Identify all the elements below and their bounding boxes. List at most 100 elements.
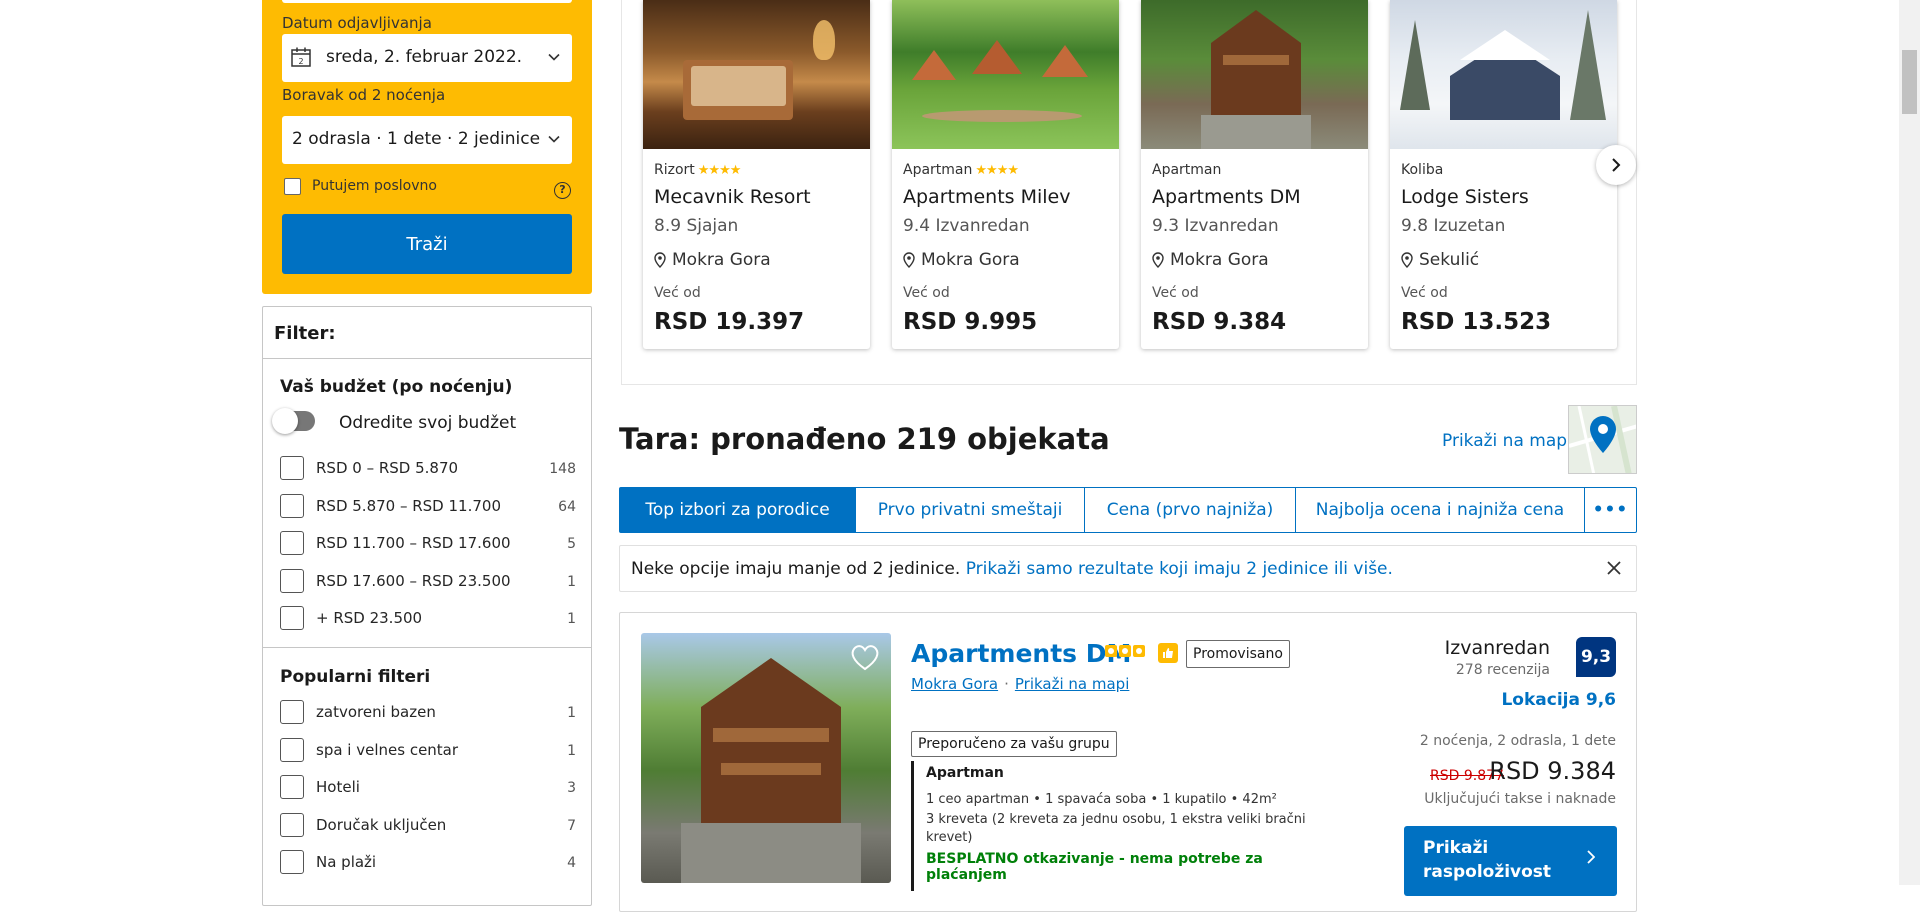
property-price: RSD 13.523 <box>1401 309 1552 335</box>
chevron-right-icon <box>1612 158 1621 172</box>
rating-score-badge[interactable]: 9,3 <box>1576 637 1616 677</box>
budget-toggle[interactable] <box>272 408 315 434</box>
search-box: Datum odjavljivanja 2 sreda, 2. februar … <box>262 0 592 294</box>
units-notice: Neke opcije imaju manje od 2 jedinice. P… <box>619 545 1637 592</box>
location-link[interactable]: Mokra Gora <box>911 675 998 693</box>
budget-toggle-label: Odredite svoj budžet <box>339 413 517 433</box>
chevron-down-icon <box>548 53 560 61</box>
show-on-map-link[interactable]: Prikaži na mapi <box>1015 675 1130 693</box>
budget-option[interactable]: RSD 5.870 – RSD 11.700 64 <box>280 494 576 520</box>
price-prefix: Već od <box>903 285 950 301</box>
more-sort-options-button[interactable]: ••• <box>1585 488 1636 532</box>
help-icon[interactable]: ? <box>554 182 571 199</box>
popular-filter-option[interactable]: Doručak uključen 7 <box>280 813 576 839</box>
checkbox[interactable] <box>280 775 304 799</box>
checkout-date-field[interactable]: 2 sreda, 2. februar 2022. <box>282 34 572 82</box>
checkbox[interactable] <box>280 531 304 555</box>
close-icon[interactable] <box>1606 560 1622 576</box>
show-on-map-link[interactable]: Prikaži na mapi <box>1442 431 1572 451</box>
property-price: RSD 9.384 <box>1152 309 1287 335</box>
free-cancellation: BESPLATNO otkazivanje - nema potrebe za … <box>926 851 1263 883</box>
budget-option[interactable]: RSD 0 – RSD 5.870 148 <box>280 456 576 482</box>
sort-tabs: Top izbori za porodice Prvo privatni sme… <box>619 487 1637 533</box>
popular-filter-option[interactable]: Hoteli 3 <box>280 775 576 801</box>
option-count: 1 <box>567 574 576 590</box>
property-photo <box>643 0 870 149</box>
property-location: Mokra Gora <box>903 250 1020 270</box>
price-prefix: Već od <box>654 285 701 301</box>
price-prefix: Već od <box>1152 285 1199 301</box>
carousel-card[interactable]: Apartman ★★★★ Apartments Milev 9.4 Izvanr… <box>892 0 1119 349</box>
tab-private-first[interactable]: Prvo privatni smeštaji <box>856 488 1085 532</box>
carousel-card[interactable]: Rizort ★★★★ Mecavnik Resort 8.9 Sjajan Mo… <box>643 0 870 349</box>
current-price: RSD 9.384 <box>1489 757 1616 785</box>
property-links: Mokra Gora · Prikaži na mapi <box>911 675 1130 693</box>
option-count: 7 <box>567 818 576 834</box>
rating-square <box>1105 645 1117 657</box>
rating-squares <box>1105 645 1145 657</box>
divider <box>263 647 591 648</box>
location-pin-icon <box>654 252 666 268</box>
checkbox[interactable] <box>280 813 304 837</box>
checkbox[interactable] <box>280 569 304 593</box>
option-label: RSD 17.600 – RSD 23.500 <box>316 572 511 590</box>
location-score[interactable]: Lokacija 9,6 <box>1501 690 1616 710</box>
carousel-next-button[interactable] <box>1596 145 1636 185</box>
location-pin-icon <box>1401 252 1413 268</box>
notice-link[interactable]: Prikaži samo rezultate koji imaju 2 jedi… <box>966 559 1393 579</box>
checkbox[interactable] <box>280 700 304 724</box>
filter-panel: Filter: Vaš budžet (po noćenju) Odredite… <box>262 306 592 906</box>
option-label: zatvoreni bazen <box>316 703 436 721</box>
tab-lowest-price[interactable]: Cena (prvo najniža) <box>1085 488 1296 532</box>
promoted-badge: Promovisano <box>1186 640 1290 668</box>
recommended-carousel: Rizort ★★★★ Mecavnik Resort 8.9 Sjajan Mo… <box>621 0 1637 385</box>
unit-beds: 3 kreveta (2 kreveta za jednu osobu, 1 e… <box>926 812 1306 845</box>
business-travel-checkbox[interactable] <box>284 178 301 195</box>
checkout-date-value: sreda, 2. februar 2022. <box>326 47 523 67</box>
heart-icon[interactable] <box>850 643 880 671</box>
unit-description: 1 ceo apartman • 1 spavaća soba • 1 kupa… <box>926 792 1277 807</box>
checkbox[interactable] <box>280 456 304 480</box>
checkbox[interactable] <box>280 850 304 874</box>
carousel-card[interactable]: Apartman Apartments DM 9.3 Izvanredan Mo… <box>1141 0 1368 349</box>
checkout-label: Datum odjavljivanja <box>282 14 432 32</box>
thumbs-up-icon <box>1158 643 1178 663</box>
tab-best-rated-lowest-price[interactable]: Najbolja ocena i najniža cena <box>1296 488 1585 532</box>
tab-family-picks[interactable]: Top izbori za porodice <box>620 488 856 532</box>
option-count: 3 <box>567 780 576 796</box>
destination-field[interactable] <box>282 0 572 3</box>
budget-option[interactable]: RSD 17.600 – RSD 23.500 1 <box>280 569 576 595</box>
property-photo <box>892 0 1119 149</box>
rating-square <box>1119 645 1131 657</box>
page-scrollbar[interactable] <box>1899 0 1920 885</box>
property-location: Mokra Gora <box>654 250 771 270</box>
filter-header: Filter: <box>263 307 591 359</box>
property-name: Apartments Milev <box>903 186 1071 208</box>
search-button[interactable]: Traži <box>282 214 572 274</box>
carousel-card[interactable]: Koliba Lodge Sisters 9.8 Izuzetan Sekuli… <box>1390 0 1617 349</box>
popular-filter-option[interactable]: zatvoreni bazen 1 <box>280 700 576 726</box>
guests-selector[interactable]: 2 odrasla · 1 dete · 2 jedinice <box>282 116 572 164</box>
location-pin-icon <box>903 252 915 268</box>
budget-option[interactable]: RSD 11.700 – RSD 17.600 5 <box>280 531 576 557</box>
review-score: 9.8 Izuzetan <box>1401 216 1506 236</box>
notice-text: Neke opcije imaju manje od 2 jedinice. P… <box>631 559 1393 579</box>
scrollbar-thumb[interactable] <box>1902 50 1917 114</box>
map-thumbnail[interactable] <box>1568 405 1637 474</box>
property-price: RSD 9.995 <box>903 309 1038 335</box>
toggle-knob <box>272 408 298 434</box>
option-count: 4 <box>567 855 576 871</box>
option-count: 1 <box>567 705 576 721</box>
popular-filter-option[interactable]: Na plaži 4 <box>280 850 576 876</box>
budget-option[interactable]: + RSD 23.500 1 <box>280 606 576 632</box>
option-label: Hoteli <box>316 778 360 796</box>
show-availability-button[interactable]: Prikaži raspoloživost <box>1404 826 1617 896</box>
property-name-link[interactable]: Apartments DM <box>911 639 1131 668</box>
checkbox[interactable] <box>280 738 304 762</box>
property-price: RSD 19.397 <box>654 309 805 335</box>
checkbox[interactable] <box>280 494 304 518</box>
popular-filter-option[interactable]: spa i velnes centar 1 <box>280 738 576 764</box>
unit-details: Apartman 1 ceo apartman • 1 spavaća soba… <box>911 761 1331 891</box>
results-title: Tara: pronađeno 219 objekata <box>619 422 1110 456</box>
checkbox[interactable] <box>280 606 304 630</box>
